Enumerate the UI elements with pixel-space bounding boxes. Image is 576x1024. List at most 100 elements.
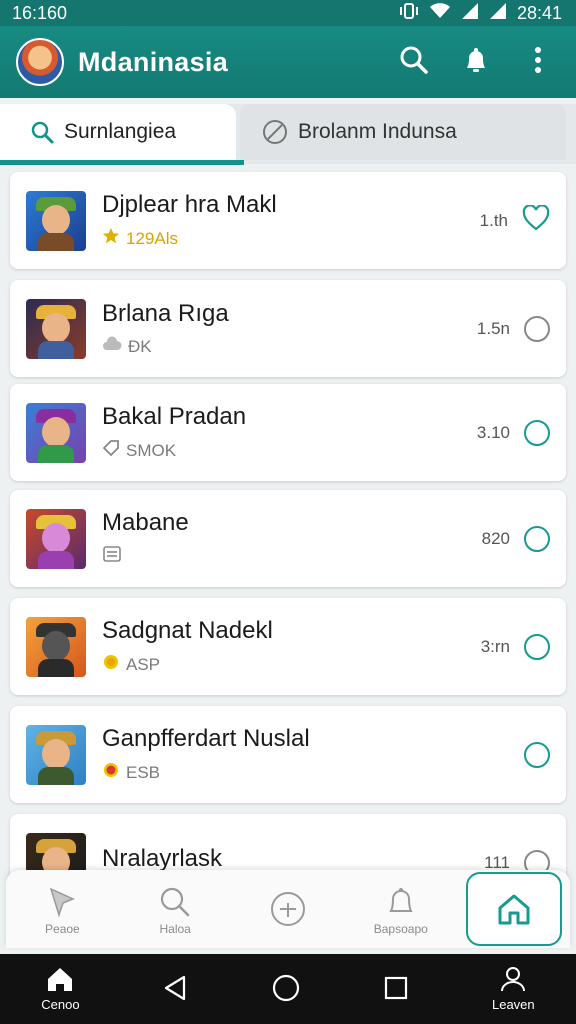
add-circle-icon bbox=[269, 889, 307, 929]
home-circle-icon bbox=[271, 973, 301, 1006]
search-icon bbox=[399, 45, 429, 80]
nav-item-places[interactable]: Peaoe bbox=[14, 874, 110, 944]
sys-profile-shortcut[interactable]: Leaven bbox=[492, 966, 535, 1012]
sys-label: Cenoo bbox=[41, 997, 80, 1012]
cancel-circle-icon bbox=[262, 119, 288, 145]
tab-label: Brolanm Indunsa bbox=[298, 120, 457, 143]
record-icon bbox=[102, 761, 120, 784]
tab-bar: Surnlangiea Brolanm Indunsa bbox=[0, 104, 576, 165]
home-button[interactable] bbox=[271, 973, 301, 1006]
item-title: Brlana Rıga bbox=[102, 300, 229, 327]
item-subtitle bbox=[102, 545, 482, 568]
list-item[interactable]: Mabane 820 bbox=[10, 490, 566, 587]
item-subtitle: 129Als bbox=[102, 227, 480, 250]
nav-item-notifications[interactable]: Bapsoapo bbox=[353, 874, 449, 944]
tag-icon bbox=[102, 439, 120, 462]
item-sub-text: ASP bbox=[126, 654, 161, 674]
item-meta: 1.th bbox=[479, 210, 508, 230]
profile-icon bbox=[500, 966, 526, 995]
sys-home-shortcut[interactable]: Cenoo bbox=[41, 966, 80, 1012]
nav-label: Peaoe bbox=[45, 922, 80, 936]
recents-icon bbox=[383, 975, 409, 1004]
wifi-icon bbox=[429, 2, 451, 25]
back-button[interactable] bbox=[162, 974, 188, 1005]
list-item[interactable]: Sadgnat Nadekl ASP 3:rn bbox=[10, 598, 566, 695]
tab-second[interactable]: Brolanm Indunsa bbox=[240, 104, 566, 160]
pin-icon bbox=[45, 882, 79, 922]
status-clock-right: 28:41 bbox=[516, 2, 562, 23]
item-title: Djplear hra Makl bbox=[102, 191, 277, 218]
tab-label: Surnlangiea bbox=[64, 120, 177, 143]
tab-indicator bbox=[0, 160, 244, 165]
tab-first[interactable]: Surnlangiea bbox=[0, 104, 236, 160]
item-meta: 1.5n bbox=[476, 318, 510, 338]
more-button[interactable] bbox=[516, 40, 560, 84]
recents-button[interactable] bbox=[383, 975, 409, 1004]
bell-icon bbox=[384, 882, 418, 922]
back-icon bbox=[162, 974, 188, 1005]
select-toggle[interactable] bbox=[524, 419, 550, 446]
signal-icon bbox=[461, 2, 479, 25]
select-toggle[interactable] bbox=[524, 741, 550, 768]
item-subtitle: ÐK bbox=[102, 336, 477, 357]
search-icon bbox=[158, 882, 192, 922]
search-button[interactable] bbox=[392, 40, 436, 84]
sys-label: Leaven bbox=[491, 997, 535, 1012]
item-thumbnail bbox=[26, 508, 86, 569]
vibrate-icon bbox=[399, 2, 419, 25]
list-icon bbox=[102, 545, 122, 568]
list-item[interactable]: Djplear hra Makl 129Als 1.th bbox=[10, 172, 566, 269]
item-title: Bakal Pradan bbox=[102, 403, 247, 430]
signal-icon-2 bbox=[489, 2, 507, 25]
cloud-icon bbox=[102, 336, 122, 357]
item-subtitle: ESB bbox=[102, 761, 510, 784]
status-bar: 16:160 28:41 bbox=[0, 0, 576, 26]
home-filled-icon bbox=[46, 966, 74, 995]
list-item[interactable]: Ganpfferdart Nuslal ESB bbox=[10, 706, 566, 803]
item-title: Ganpfferdart Nuslal bbox=[102, 725, 310, 752]
nav-item-add[interactable] bbox=[240, 874, 336, 944]
item-sub-text: ÐK bbox=[128, 336, 152, 356]
item-sub-text: SMOK bbox=[126, 440, 177, 460]
item-thumbnail bbox=[26, 298, 86, 359]
notifications-button[interactable] bbox=[454, 40, 498, 84]
nav-item-search[interactable]: Haloa bbox=[127, 874, 223, 944]
home-icon bbox=[495, 889, 533, 929]
list-item[interactable]: Brlana Rıga ÐK 1.5n bbox=[10, 280, 566, 377]
status-time: 16:160 bbox=[12, 2, 68, 23]
coin-icon bbox=[102, 653, 120, 676]
item-thumbnail bbox=[26, 190, 86, 251]
item-rating: 129Als bbox=[126, 228, 178, 248]
item-thumbnail bbox=[26, 724, 86, 785]
avatar[interactable] bbox=[16, 38, 64, 86]
status-icons: 28:41 bbox=[399, 2, 562, 25]
nav-label: Haloa bbox=[159, 922, 191, 936]
item-meta: 820 bbox=[481, 528, 510, 548]
search-icon bbox=[30, 120, 54, 144]
item-title: Mabane bbox=[102, 509, 189, 536]
favorite-button[interactable] bbox=[522, 204, 550, 236]
item-title: Sadgnat Nadekl bbox=[102, 617, 273, 644]
item-thumbnail bbox=[26, 616, 86, 677]
app-bar: Mdaninasia bbox=[0, 26, 576, 98]
item-subtitle: SMOK bbox=[102, 439, 477, 462]
nav-label: Bapsoapo bbox=[373, 922, 428, 936]
item-meta: 3.10 bbox=[476, 422, 510, 442]
heart-icon bbox=[522, 204, 550, 235]
bottom-navigation: Peaoe Haloa Bapsoapo bbox=[6, 870, 570, 948]
item-sub-text: ESB bbox=[126, 762, 161, 782]
select-toggle[interactable] bbox=[524, 633, 550, 660]
item-title: Nralayrlask bbox=[102, 844, 223, 872]
bell-icon bbox=[461, 45, 491, 80]
item-thumbnail bbox=[26, 402, 86, 463]
select-toggle[interactable] bbox=[524, 315, 550, 342]
list-item[interactable]: Bakal Pradan SMOK 3.10 bbox=[10, 384, 566, 481]
app-title: Mdaninasia bbox=[78, 46, 229, 77]
star-icon bbox=[102, 227, 120, 250]
item-meta: 3:rn bbox=[480, 636, 510, 656]
item-subtitle: ASP bbox=[102, 653, 481, 676]
system-navigation: Cenoo Leaven bbox=[0, 954, 576, 1024]
nav-item-home[interactable] bbox=[465, 872, 562, 946]
more-vert-icon bbox=[534, 45, 542, 80]
select-toggle[interactable] bbox=[524, 525, 550, 552]
